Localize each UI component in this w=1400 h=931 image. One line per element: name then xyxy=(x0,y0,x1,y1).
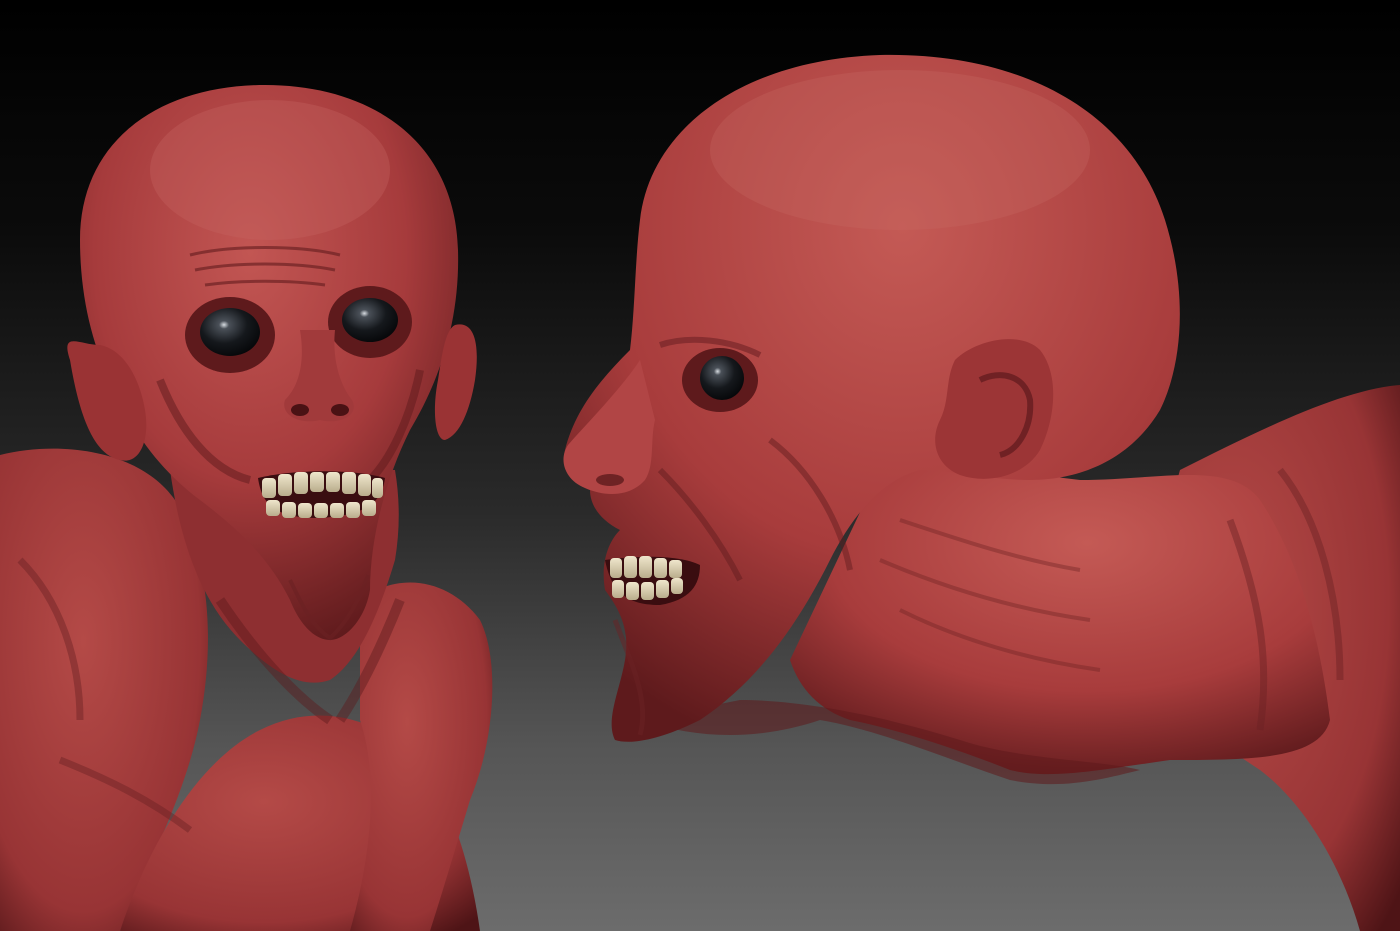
front-nostril-left xyxy=(291,404,309,416)
side-skull-highlight xyxy=(710,70,1090,230)
side-view-figure xyxy=(563,54,1400,931)
front-right-eye xyxy=(342,298,398,342)
front-right-shoulder xyxy=(350,582,493,931)
front-view-figure xyxy=(0,85,493,931)
front-nostril-right xyxy=(331,404,349,416)
render-viewport xyxy=(0,0,1400,931)
sculpt-render-image xyxy=(0,54,1400,931)
side-eye xyxy=(700,356,744,400)
front-left-eye xyxy=(200,308,260,356)
side-nostril xyxy=(596,474,624,486)
front-forehead-highlight xyxy=(150,100,390,240)
